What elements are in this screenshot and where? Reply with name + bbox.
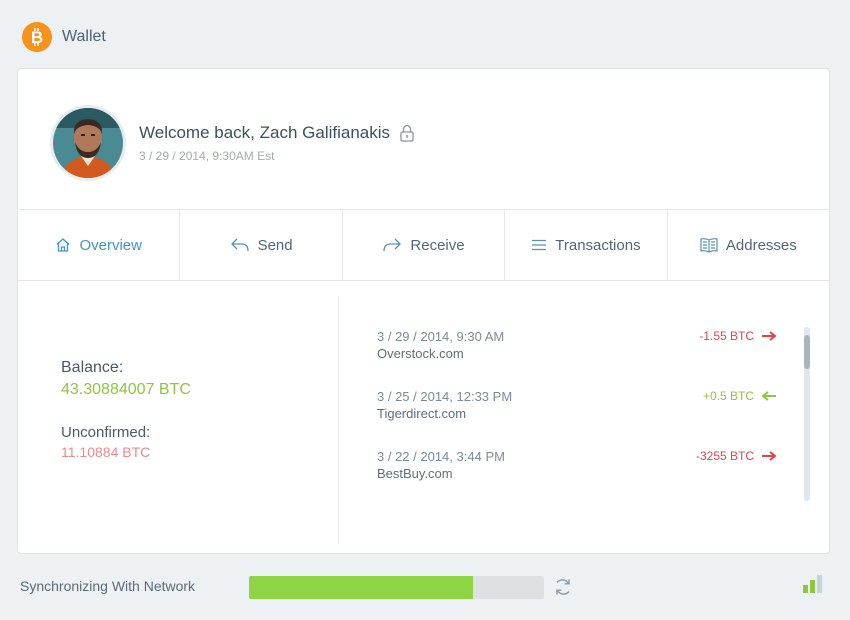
wallet-card: Welcome back, Zach Galifianakis 3 / 29 /… xyxy=(17,68,830,554)
list-item[interactable]: 3 / 25 / 2014, 12:33 PM Tigerdirect.com … xyxy=(377,389,777,449)
list-icon xyxy=(531,238,547,252)
home-icon xyxy=(55,237,71,253)
svg-text:B: B xyxy=(31,28,43,46)
transaction-merchant: Tigerdirect.com xyxy=(377,406,467,421)
list-item[interactable]: 3 / 29 / 2014, 9:30 AM Overstock.com -1.… xyxy=(377,329,777,389)
address-book-icon xyxy=(700,237,718,253)
arrow-left-icon xyxy=(761,391,777,401)
unconfirmed-label: Unconfirmed: xyxy=(61,424,151,441)
signal-bars-icon xyxy=(803,575,825,600)
arrow-right-icon xyxy=(761,331,777,341)
app-titlebar: B Wallet xyxy=(22,22,106,52)
lock-icon[interactable] xyxy=(400,124,414,142)
tab-receive-label: Receive xyxy=(410,236,465,254)
transaction-amount: +0.5 BTC xyxy=(703,389,777,403)
scrollbar-thumb[interactable] xyxy=(804,335,810,369)
reply-arrow-icon xyxy=(230,237,250,253)
avatar[interactable] xyxy=(50,105,126,181)
transaction-amount: -3255 BTC xyxy=(696,449,777,463)
last-login-datetime: 3 / 29 / 2014, 9:30AM Est xyxy=(139,149,275,163)
transaction-merchant: Overstock.com xyxy=(377,346,464,361)
transaction-list: 3 / 29 / 2014, 9:30 AM Overstock.com -1.… xyxy=(377,329,777,509)
balance-label: Balance: xyxy=(61,359,124,376)
tab-transactions[interactable]: Transactions xyxy=(505,210,668,280)
sync-status-label: Synchronizing With Network xyxy=(20,578,196,594)
tab-addresses[interactable]: Addresses xyxy=(668,210,829,280)
welcome-message: Welcome back, Zach Galifianakis xyxy=(139,123,391,142)
list-item[interactable]: 3 / 22 / 2014, 3:44 PM BestBuy.com -3255… xyxy=(377,449,777,509)
forward-arrow-icon xyxy=(382,237,402,253)
unconfirmed-value: 11.10884 BTC xyxy=(61,444,151,460)
arrow-right-icon xyxy=(761,451,777,461)
refresh-icon[interactable] xyxy=(553,577,573,602)
balance-panel: Balance: 43.30884007 BTC Unconfirmed: 11… xyxy=(18,297,339,543)
transaction-merchant: BestBuy.com xyxy=(377,466,453,481)
transaction-scrollbar[interactable] xyxy=(804,327,810,501)
tab-send[interactable]: Send xyxy=(180,210,343,280)
bitcoin-logo-icon: B xyxy=(22,22,52,52)
user-profile: Welcome back, Zach Galifianakis 3 / 29 /… xyxy=(50,103,414,183)
welcome-block: Welcome back, Zach Galifianakis 3 / 29 /… xyxy=(139,123,414,163)
tab-overview[interactable]: Overview xyxy=(18,210,181,280)
main-tabs: Overview Send Receive Transactions Addre… xyxy=(18,209,829,281)
tab-addresses-label: Addresses xyxy=(725,236,797,254)
sync-progress-bar xyxy=(249,576,544,599)
tab-send-label: Send xyxy=(257,236,293,254)
sync-progress-fill xyxy=(249,576,474,599)
tab-receive[interactable]: Receive xyxy=(343,210,506,280)
transaction-amount: -1.55 BTC xyxy=(699,329,777,343)
tab-overview-label: Overview xyxy=(79,236,142,254)
balance-value: 43.30884007 BTC xyxy=(61,381,191,398)
app-title: Wallet xyxy=(62,28,106,45)
tab-transactions-label: Transactions xyxy=(555,236,641,254)
